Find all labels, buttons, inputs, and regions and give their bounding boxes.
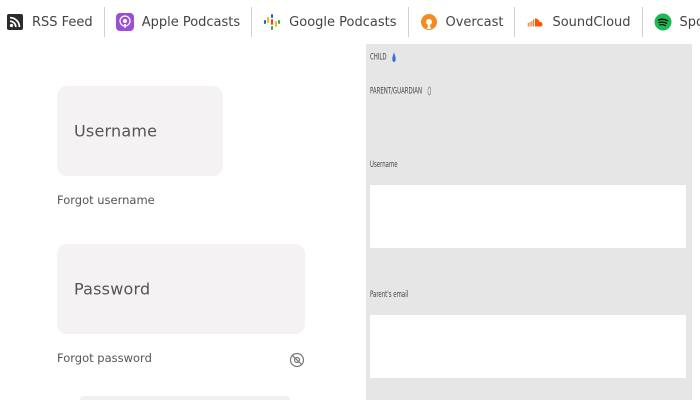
rss-feed-label: RSS Feed bbox=[32, 14, 93, 30]
spotify-label: Spotify bbox=[679, 14, 700, 30]
child-label: CHILD bbox=[370, 52, 387, 63]
forgot-password-link[interactable]: Forgot password bbox=[57, 351, 152, 365]
password-input[interactable]: Password bbox=[57, 244, 305, 334]
forgot-username-link[interactable]: Forgot username bbox=[57, 193, 155, 207]
soundcloud-label: SoundCloud bbox=[552, 14, 631, 30]
rss-icon bbox=[6, 13, 24, 31]
child-option[interactable]: CHILD bbox=[370, 52, 396, 63]
spotify-icon bbox=[654, 13, 672, 31]
apple-podcasts-icon bbox=[115, 13, 134, 31]
droplet-icon bbox=[391, 52, 396, 62]
eye-slash-icon[interactable] bbox=[289, 352, 305, 368]
password-placeholder: Password bbox=[74, 279, 151, 299]
submit-button-partial[interactable] bbox=[80, 396, 290, 400]
signup-panel: CHILD PARENT/GUARDIAN Username Parent's … bbox=[366, 44, 692, 400]
spotify-link[interactable]: Spotify bbox=[643, 7, 700, 37]
right-edge bbox=[692, 44, 700, 400]
apple-podcasts-label: Apple Podcasts bbox=[141, 14, 241, 30]
rss-feed-link[interactable]: RSS Feed bbox=[0, 7, 105, 37]
parent-label: PARENT/GUARDIAN bbox=[370, 86, 422, 97]
parent-email-label: Parent's email bbox=[370, 290, 409, 300]
username-label: Username bbox=[370, 160, 398, 170]
google-podcasts-label: Google Podcasts bbox=[289, 14, 397, 30]
parent-option[interactable]: PARENT/GUARDIAN bbox=[370, 86, 431, 97]
google-podcasts-icon bbox=[263, 13, 281, 31]
apple-podcasts-link[interactable]: Apple Podcasts bbox=[105, 7, 253, 37]
podcast-links-bar: RSS Feed Apple Podcasts Google Podcasts … bbox=[0, 0, 700, 44]
username-placeholder: Username bbox=[74, 121, 158, 141]
soundcloud-link[interactable]: SoundCloud bbox=[515, 7, 643, 37]
username-input[interactable]: Username bbox=[57, 86, 223, 176]
radio-icon bbox=[427, 86, 431, 96]
parent-email-field[interactable] bbox=[370, 315, 686, 378]
signup-username-field[interactable] bbox=[370, 185, 686, 248]
google-podcasts-link[interactable]: Google Podcasts bbox=[252, 7, 409, 37]
overcast-label: Overcast bbox=[445, 14, 504, 30]
overcast-link[interactable]: Overcast bbox=[409, 7, 516, 37]
soundcloud-icon bbox=[526, 13, 544, 31]
login-form: Username Forgot username Password Forgot… bbox=[0, 44, 366, 400]
overcast-icon bbox=[420, 13, 438, 31]
